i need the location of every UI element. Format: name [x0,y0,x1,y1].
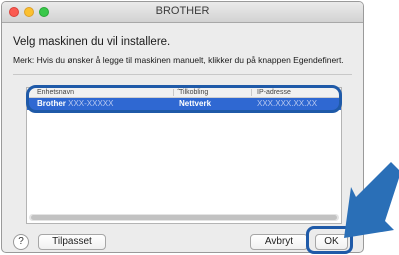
column-header-connection[interactable]: Tilkobling [179,88,208,97]
help-button[interactable]: ? [13,234,29,250]
table-row-selected[interactable]: Brother XXX-XXXXX Nettverk XXX.XXX.XX.XX [27,98,341,110]
table-header: Enhetsnavn ⌃ Tilkobling IP-adresse [27,88,341,98]
title-bar: BROTHER [2,2,363,23]
column-divider[interactable] [251,89,252,96]
instruction-note: Merk: Hvis du ønsker å legge til maskine… [13,55,344,65]
window-title: BROTHER [155,5,210,17]
device-name-masked: XXX-XXXXX [68,99,114,108]
horizontal-scrollbar[interactable] [29,214,339,221]
column-divider[interactable] [173,89,174,96]
connection-cell: Nettverk [179,99,212,108]
page-heading: Velg maskinen du vil installere. [13,36,171,48]
device-name-cell: Brother XXX-XXXXX [37,98,113,110]
divider [13,74,352,75]
tilpasset-button[interactable]: Tilpasset [38,234,106,250]
callout-arrow-icon [344,162,399,238]
installer-window: BROTHER Velg maskinen du vil installere.… [1,1,364,253]
column-header-name[interactable]: Enhetsnavn [37,88,74,97]
column-header-ip[interactable]: IP-adresse [257,88,291,97]
ip-address-cell: XXX.XXX.XX.XX [257,99,318,108]
device-table: Enhetsnavn ⌃ Tilkobling IP-adresse Broth… [26,87,342,224]
device-name-prefix: Brother [37,99,66,108]
cancel-button[interactable]: Avbryt [250,234,308,250]
scrollbar-thumb[interactable] [31,215,337,220]
